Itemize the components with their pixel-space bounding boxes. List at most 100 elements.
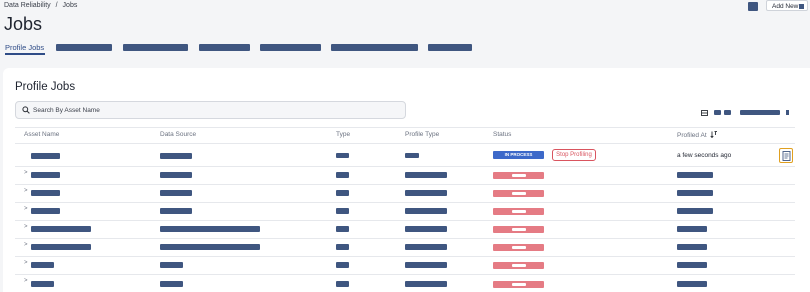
row-data-source — [160, 208, 192, 214]
row-type — [336, 226, 349, 232]
add-new-label: Add New — [772, 3, 799, 10]
breadcrumb-current: Jobs — [62, 2, 78, 9]
breadcrumb-parent[interactable]: Data Reliability — [4, 2, 51, 9]
row-data-source — [160, 226, 260, 232]
row-type — [336, 172, 349, 178]
chevron-right-icon[interactable]: > — [24, 188, 28, 194]
chevron-right-icon[interactable]: > — [24, 242, 28, 248]
chevron-right-icon[interactable]: > — [24, 278, 28, 284]
row-data-source — [160, 244, 260, 250]
tab-4[interactable] — [199, 44, 250, 51]
row-asset-name[interactable] — [31, 190, 60, 196]
row-profile-type — [405, 262, 447, 268]
stop-profiling-button[interactable]: Stop Profiling — [552, 149, 596, 161]
page-title: Jobs — [4, 14, 43, 34]
row-asset-name[interactable] — [31, 226, 91, 232]
row-asset-name[interactable] — [31, 244, 91, 250]
row-divider — [15, 202, 795, 203]
status-badge — [493, 190, 544, 197]
row-data-source — [160, 172, 192, 178]
chevron-right-icon[interactable]: > — [24, 260, 28, 266]
row-profiled-at — [677, 281, 707, 287]
status-badge — [493, 244, 544, 251]
status-badge — [493, 281, 544, 288]
active-tab-indicator — [5, 53, 45, 55]
add-new-button[interactable]: Add New — [766, 0, 808, 11]
row-profiled-at — [677, 262, 707, 268]
row-profile-type — [405, 172, 447, 178]
tab-5[interactable] — [260, 44, 321, 51]
status-badge — [493, 208, 544, 215]
row-divider — [15, 220, 795, 221]
row-1-profiled-at: a few seconds ago — [677, 152, 732, 159]
row-1-profile-type — [405, 153, 419, 158]
row-1-type — [336, 153, 349, 158]
row-divider — [15, 184, 795, 185]
tab-6[interactable] — [331, 44, 418, 51]
sort-icon[interactable] — [710, 131, 718, 139]
toolbar-item-3[interactable] — [740, 110, 780, 115]
card-title: Profile Jobs — [15, 81, 76, 93]
col-profile-type: Profile Type — [405, 131, 440, 138]
col-data-source: Data Source — [160, 131, 197, 138]
chevron-right-icon[interactable]: > — [24, 206, 28, 212]
row-data-source — [160, 281, 183, 287]
toolbar-item-1[interactable] — [714, 110, 721, 115]
table-header-top-border — [15, 127, 795, 128]
row-asset-name[interactable] — [31, 281, 54, 287]
tab-7[interactable] — [428, 44, 472, 51]
chevron-right-icon[interactable]: > — [24, 170, 28, 176]
search-placeholder: Search By Asset Name — [33, 107, 100, 114]
search-icon — [22, 106, 30, 114]
breadcrumb: Data Reliability / Jobs — [4, 2, 77, 9]
row-type — [336, 208, 349, 214]
header-action-button[interactable] — [748, 2, 758, 11]
status-badge: IN PROCESS — [493, 151, 544, 159]
row-divider — [15, 166, 795, 167]
search-input[interactable]: Search By Asset Name — [15, 101, 406, 119]
view-logs-button[interactable] — [779, 148, 793, 163]
row-profiled-at — [677, 190, 713, 196]
col-profiled-at[interactable]: Profiled At — [677, 131, 718, 139]
row-profiled-at — [677, 226, 707, 232]
document-icon — [782, 150, 790, 161]
row-profile-type — [405, 208, 447, 214]
row-type — [336, 244, 349, 250]
status-badge — [493, 226, 544, 233]
row-divider — [15, 238, 795, 239]
row-profiled-at — [677, 208, 713, 214]
row-profiled-at — [677, 244, 707, 250]
col-asset-name: Asset Name — [24, 131, 60, 138]
row-1-data-source — [160, 153, 192, 159]
status-badge — [493, 262, 544, 269]
row-divider — [15, 274, 795, 275]
col-profiled-at-label: Profiled At — [677, 132, 707, 139]
col-status: Status — [493, 131, 512, 138]
row-profile-type — [405, 190, 447, 196]
row-profile-type — [405, 244, 447, 250]
row-asset-name[interactable] — [31, 172, 60, 178]
row-profiled-at — [677, 172, 713, 178]
chevron-right-icon[interactable]: > — [24, 224, 28, 230]
tab-2[interactable] — [56, 44, 112, 51]
row-divider — [15, 256, 795, 257]
row-asset-name[interactable] — [31, 208, 60, 214]
table-header-bottom-border — [15, 143, 795, 144]
table-settings-icon[interactable] — [701, 110, 708, 116]
row-1-asset-name[interactable] — [31, 153, 60, 159]
row-type — [336, 262, 349, 268]
tab-profile-jobs[interactable]: Profile Jobs — [5, 43, 44, 52]
row-profile-type — [405, 281, 447, 287]
row-type — [336, 190, 349, 196]
toolbar-item-4[interactable] — [786, 110, 789, 115]
toolbar-item-2[interactable] — [724, 110, 731, 115]
col-type: Type — [336, 131, 351, 138]
tab-3[interactable] — [123, 44, 188, 51]
row-profile-type — [405, 226, 447, 232]
row-data-source — [160, 190, 192, 196]
row-asset-name[interactable] — [31, 262, 54, 268]
status-badge — [493, 172, 544, 179]
chevron-down-icon — [799, 4, 804, 9]
row-data-source — [160, 262, 183, 268]
breadcrumb-separator: / — [55, 2, 58, 9]
